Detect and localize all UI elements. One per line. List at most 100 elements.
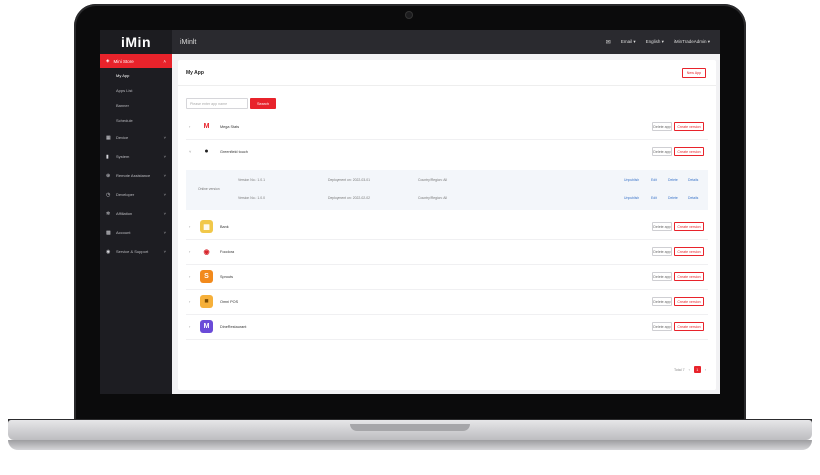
email-menu[interactable]: Email ▾ [621, 39, 636, 45]
next-page-icon[interactable]: › [705, 368, 706, 372]
app-name: Greenfield touch [220, 150, 248, 154]
unpublish-link[interactable]: Unpublish [624, 196, 639, 200]
expand-icon[interactable]: ˅ [189, 149, 191, 154]
edit-link[interactable]: Edit [651, 178, 657, 182]
edit-link[interactable]: Edit [651, 196, 657, 200]
language-menu[interactable]: English ▾ [646, 39, 664, 45]
version-row: Version No.: 1.0.1 Deployment on: 2022-0… [186, 172, 708, 190]
expand-icon[interactable]: › [189, 249, 190, 254]
search-input[interactable]: Please enter app name [186, 98, 248, 109]
chevron-down-icon: ˅ [163, 173, 166, 178]
delete-link[interactable]: Delete [668, 178, 678, 182]
chevron-down-icon: ˅ [163, 249, 166, 254]
sidebar-item-account[interactable]: ▩ Account ˅ [100, 223, 172, 242]
app-row[interactable]: › S Sprouts Delete app Create version [186, 265, 708, 290]
top-right-menu: ✉ Email ▾ English ▾ iMinTradeAdmin ▾ [606, 39, 720, 46]
new-app-button[interactable]: New App [682, 68, 706, 78]
delete-app-button[interactable]: Delete app [652, 222, 672, 231]
deployment-date: Deployment on: 2022-03-01 [328, 178, 371, 182]
my-app-card: My App New App Please enter app name Sea… [178, 60, 716, 390]
delete-app-button[interactable]: Delete app [652, 272, 672, 281]
user-menu[interactable]: iMinTradeAdmin ▾ [674, 39, 710, 45]
sidebar-item-device[interactable]: ▦ Device ˅ [100, 128, 172, 147]
app-name: Omni POS [220, 300, 239, 304]
create-version-button[interactable]: Create version [674, 222, 704, 231]
sidebar-subitem-banner[interactable]: Banner [100, 98, 172, 113]
webcam [405, 11, 413, 19]
sidebar-item-mini-store[interactable]: ◈ Mini Store ˄ [100, 54, 172, 68]
chevron-down-icon: ˅ [163, 192, 166, 197]
pagination: Total 7 ‹ 1 › [674, 366, 706, 373]
card-header: My App New App [178, 60, 716, 86]
clock-icon: ◷ [106, 191, 111, 198]
expand-icon[interactable]: › [189, 299, 190, 304]
delete-app-button[interactable]: Delete app [652, 297, 672, 306]
sidebar-subitem-my-app[interactable]: My App [100, 68, 172, 83]
grid-icon: ▦ [106, 134, 111, 141]
expand-icon[interactable]: › [189, 124, 190, 129]
delete-app-button[interactable]: Delete app [652, 322, 672, 331]
chevron-down-icon: ˅ [163, 135, 166, 140]
region: Country/Region: All [418, 196, 448, 200]
app-row[interactable]: › M DineRestaurant Delete app Create ver… [186, 315, 708, 340]
sidebar-item-system[interactable]: ▮ System ˅ [100, 147, 172, 166]
chevron-up-icon: ˄ [163, 58, 166, 64]
laptop-foot [8, 440, 812, 450]
delete-app-button[interactable]: Delete app [652, 247, 672, 256]
sidebar-subitem-apps-list[interactable]: Apps List [100, 83, 172, 98]
page-title: My App [186, 70, 204, 76]
region: Country/Region: All [418, 178, 448, 182]
app-row[interactable]: ˅ ● Greenfield touch Delete app Create v… [186, 140, 708, 165]
create-version-button[interactable]: Create version [674, 147, 704, 156]
total-count: Total 7 [674, 367, 685, 372]
delete-link[interactable]: Delete [668, 196, 678, 200]
message-icon[interactable]: ✉ [606, 39, 611, 46]
store-icon: ◈ [106, 58, 110, 63]
app-row[interactable]: › M Mega Stats Delete app Create version [186, 115, 708, 140]
create-version-button[interactable]: Create version [674, 297, 704, 306]
app-row[interactable]: › ■ Omni POS Delete app Create version [186, 290, 708, 315]
search-button[interactable]: Search [250, 98, 276, 109]
delete-app-button[interactable]: Delete app [652, 122, 672, 131]
app-row[interactable]: › ▦ Bank Delete app Create version [186, 215, 708, 240]
details-link[interactable]: Details [688, 178, 698, 182]
app-icon: ◉ [200, 245, 213, 258]
sidebar: ◈ Mini Store ˄ My App Apps List Banner S… [100, 54, 172, 394]
prev-page-icon[interactable]: ‹ [689, 368, 690, 372]
unpublish-link[interactable]: Unpublish [624, 178, 639, 182]
main-content: My App New App Please enter app name Sea… [172, 54, 720, 394]
sidebar-item-affiliation[interactable]: ✲ Affiliation ˅ [100, 204, 172, 223]
create-version-button[interactable]: Create version [674, 122, 704, 131]
sidebar-item-service-support[interactable]: ◉ Service & Support ˅ [100, 242, 172, 261]
version-number: Version No.: 1.0.1 [238, 178, 265, 182]
app-name: Mega Stats [220, 125, 240, 129]
create-version-button[interactable]: Create version [674, 247, 704, 256]
chevron-down-icon: ˅ [163, 230, 166, 235]
settings-icon: ✲ [106, 210, 111, 217]
app-name: Bank [220, 225, 229, 229]
app-icon: M [200, 320, 213, 333]
create-version-button[interactable]: Create version [674, 272, 704, 281]
deployment-date: Deployment on: 2022-02-02 [328, 196, 371, 200]
app-name: Sprouts [220, 275, 234, 279]
app-title: iMinlt [180, 38, 197, 46]
page-number[interactable]: 1 [693, 366, 701, 373]
expand-icon[interactable]: › [189, 274, 190, 279]
expand-icon[interactable]: › [189, 324, 190, 329]
app-icon: ▦ [200, 220, 213, 233]
app-name: Foodora [220, 250, 235, 254]
sidebar-subitem-schedule[interactable]: Schedule [100, 113, 172, 128]
user-icon: ◉ [106, 248, 111, 255]
create-version-button[interactable]: Create version [674, 322, 704, 331]
sidebar-item-developer[interactable]: ◷ Developer ˅ [100, 185, 172, 204]
sidebar-item-remote-assistance[interactable]: ⊕ Remote Assistance ˅ [100, 166, 172, 185]
app-icon: M [200, 120, 213, 133]
version-list: Online version Version No.: 1.0.1 Deploy… [186, 170, 708, 210]
details-link[interactable]: Details [688, 196, 698, 200]
app-row[interactable]: › ◉ Foodora Delete app Create version [186, 240, 708, 265]
expand-icon[interactable]: › [189, 224, 190, 229]
delete-app-button[interactable]: Delete app [652, 147, 672, 156]
globe-icon: ⊕ [106, 172, 111, 179]
chevron-down-icon: ˅ [163, 154, 166, 159]
screen: iMin iMinlt ✉ Email ▾ English ▾ iMinTrad… [100, 30, 720, 394]
